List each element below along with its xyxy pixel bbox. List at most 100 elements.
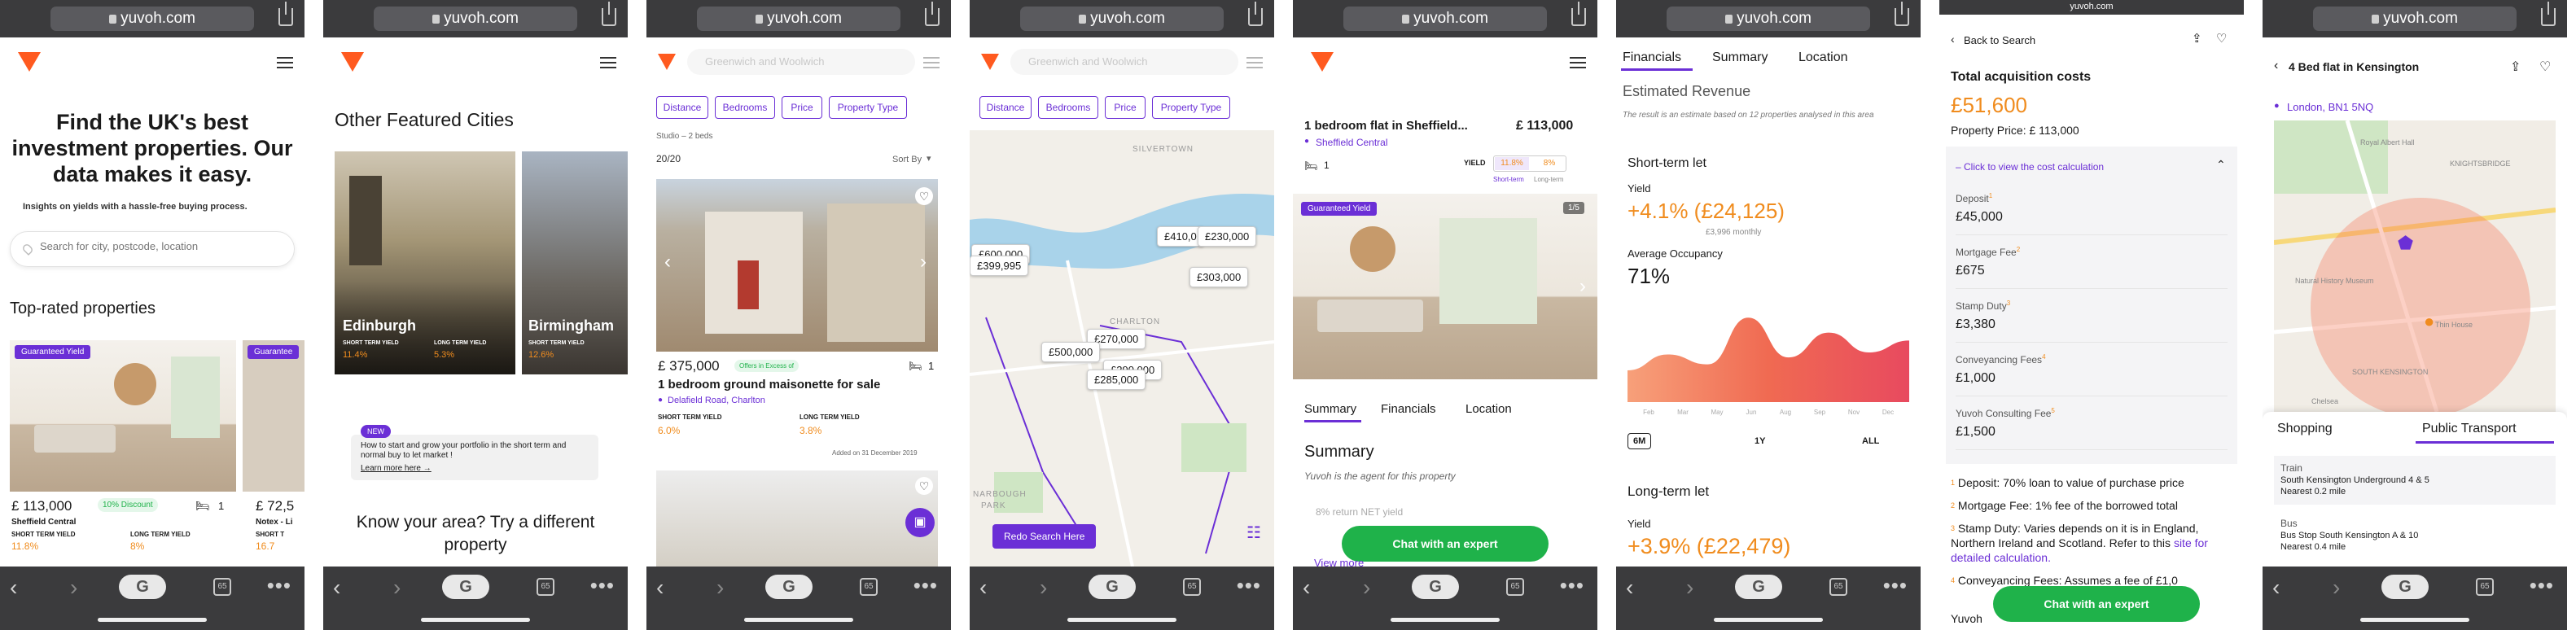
share-icon[interactable] [1895, 2, 1909, 26]
share-icon[interactable] [602, 2, 616, 26]
tabs-icon[interactable]: 65 [1506, 578, 1524, 596]
google-icon[interactable]: G [2381, 575, 2429, 599]
back-icon[interactable]: ‹ [1303, 575, 1310, 601]
chevron-down-icon[interactable]: ▾ [927, 153, 931, 164]
address-field[interactable]: yuvoh.com [1343, 7, 1547, 31]
listing-image[interactable] [656, 179, 938, 352]
tab-location[interactable]: Location [1798, 50, 1848, 65]
property-card-image-2[interactable] [243, 340, 304, 492]
favorite-heart-icon-2[interactable]: ♡ [915, 477, 933, 495]
filter-price[interactable]: Price [1105, 96, 1146, 119]
search-input[interactable]: Greenwich and Woolwich [1028, 55, 1147, 68]
range-6m-button[interactable]: 6M [1628, 433, 1652, 449]
share-icon[interactable]: ⇪ [2192, 31, 2202, 46]
forward-icon[interactable]: › [70, 575, 77, 601]
yield-short-term[interactable]: 11.8% [1495, 157, 1529, 170]
more-icon[interactable]: ••• [2530, 573, 2554, 598]
back-icon[interactable]: ‹ [656, 575, 664, 601]
share-icon[interactable] [925, 2, 940, 26]
browser-url-bar[interactable]: yuvoh.com [1616, 0, 1921, 37]
google-icon[interactable]: G [1089, 575, 1136, 599]
forward-icon[interactable]: › [393, 575, 401, 601]
browser-url-bar[interactable]: yuvoh.com [646, 0, 951, 37]
map-price-marker[interactable]: £500,000 [1041, 342, 1101, 362]
map-pin-icon[interactable]: ⬟ [2398, 233, 2413, 254]
more-icon[interactable]: ••• [1560, 573, 1584, 598]
forward-icon[interactable]: › [716, 575, 724, 601]
back-icon[interactable]: ‹ [10, 575, 17, 601]
back-to-search-link[interactable]: Back to Search [1964, 34, 2035, 46]
tab-summary[interactable]: Summary [1304, 402, 1356, 416]
browser-url-bar[interactable]: yuvoh.com [323, 0, 628, 37]
google-icon[interactable]: G [765, 575, 813, 599]
browser-url-bar[interactable]: yuvoh.com [1293, 0, 1597, 37]
search-box[interactable] [10, 231, 295, 267]
tab-financials[interactable]: Financials [1381, 402, 1436, 416]
filter-bedrooms[interactable]: Bedrooms [1038, 96, 1098, 119]
google-icon[interactable]: G [1735, 575, 1782, 599]
tab-shopping[interactable]: Shopping [2277, 422, 2333, 436]
forward-icon[interactable]: › [1363, 575, 1370, 601]
back-icon[interactable]: ‹ [2272, 575, 2280, 601]
tabs-icon[interactable]: 65 [213, 578, 231, 596]
more-icon[interactable]: ••• [590, 573, 615, 598]
address-field[interactable]: yuvoh.com [50, 7, 254, 31]
map-price-marker[interactable]: £285,000 [1087, 370, 1146, 390]
more-icon[interactable]: ••• [1237, 573, 1261, 598]
map-view-icon[interactable]: ▣ [905, 508, 935, 537]
back-icon[interactable]: ‹ [1626, 575, 1633, 601]
browser-url-bar[interactable]: yuvoh.com [2263, 0, 2567, 37]
property-card-image[interactable] [10, 340, 236, 492]
tab-location[interactable]: Location [1465, 402, 1512, 416]
google-icon[interactable]: G [442, 575, 489, 599]
share-icon[interactable] [1248, 2, 1263, 26]
favorite-heart-icon[interactable]: ♡ [915, 187, 933, 205]
yuvoh-logo-icon[interactable] [658, 54, 676, 70]
filter-bedrooms[interactable]: Bedrooms [715, 96, 775, 119]
back-icon[interactable]: ‹ [333, 575, 340, 601]
next-image-icon[interactable]: › [920, 251, 927, 273]
chat-with-expert-button[interactable]: Chat with an expert [1993, 586, 2200, 622]
tab-public-transport[interactable]: Public Transport [2422, 422, 2517, 436]
search-input[interactable] [40, 240, 284, 252]
yuvoh-logo-icon[interactable] [18, 52, 41, 72]
more-icon[interactable]: ••• [267, 573, 291, 598]
address-field[interactable]: yuvoh.com [1667, 7, 1870, 31]
next-image-icon[interactable]: › [1579, 275, 1586, 298]
filter-distance[interactable]: Distance [979, 96, 1032, 119]
address-field[interactable]: yuvoh.com [2313, 7, 2517, 31]
hamburger-menu-icon[interactable] [600, 57, 616, 68]
forward-icon[interactable]: › [1686, 575, 1693, 601]
yuvoh-logo-icon[interactable] [341, 52, 364, 72]
tabs-icon[interactable]: 65 [1183, 578, 1201, 596]
property-pin-icon[interactable]: ● [2424, 311, 2434, 332]
chat-with-expert-button[interactable]: Chat with an expert [1342, 526, 1549, 562]
news-link[interactable]: Learn more here → [361, 464, 432, 473]
browser-url-bar[interactable]: yuvoh.com [0, 0, 304, 37]
filter-price[interactable]: Price [782, 96, 822, 119]
back-chevron-icon[interactable]: ‹ [2274, 59, 2278, 73]
map-price-marker[interactable]: £303,000 [1189, 267, 1249, 287]
yuvoh-logo-icon[interactable] [1311, 52, 1334, 72]
hamburger-menu-icon[interactable] [1570, 57, 1586, 68]
google-icon[interactable]: G [1412, 575, 1459, 599]
tabs-icon[interactable]: 65 [2476, 578, 2494, 596]
address-field[interactable]: yuvoh.com [374, 7, 577, 31]
browser-url-bar[interactable]: yuvoh.com [1939, 0, 2244, 15]
forward-icon[interactable]: › [2333, 575, 2340, 601]
filter-distance[interactable]: Distance [656, 96, 708, 119]
tabs-icon[interactable]: 65 [537, 578, 554, 596]
browser-url-bar[interactable]: yuvoh.com [970, 0, 1274, 37]
back-chevron-icon[interactable]: ‹ [1951, 33, 1955, 46]
address-field[interactable]: yuvoh.com [1020, 7, 1224, 31]
hamburger-menu-icon[interactable] [1246, 57, 1263, 68]
tabs-icon[interactable]: 65 [860, 578, 878, 596]
share-icon[interactable]: ⇪ [2510, 59, 2521, 75]
range-1y-button[interactable]: 1Y [1755, 436, 1765, 446]
property-gallery[interactable] [1293, 194, 1597, 379]
cost-calculation-toggle[interactable]: – Click to view the cost calculation [1956, 161, 2104, 173]
listing-image-2[interactable] [656, 470, 938, 567]
hamburger-menu-icon[interactable] [923, 57, 940, 68]
back-icon[interactable]: ‹ [979, 575, 987, 601]
search-input[interactable]: Greenwich and Woolwich [705, 55, 824, 68]
